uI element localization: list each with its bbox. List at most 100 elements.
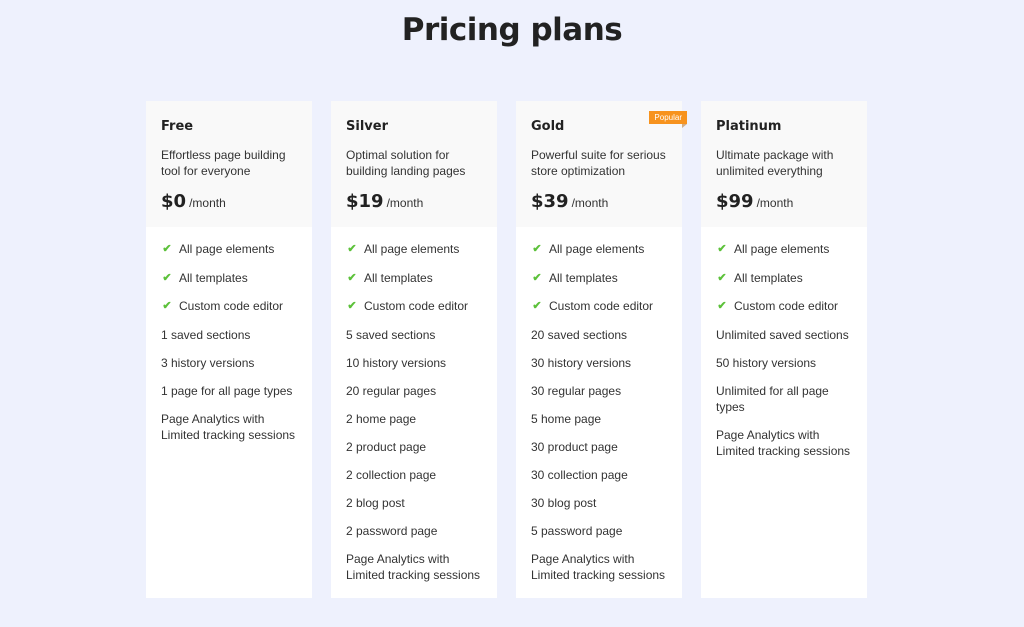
feature-item: ✔ All page elements bbox=[531, 241, 667, 257]
check-icon: ✔ bbox=[532, 271, 542, 284]
feature-text: 2 collection page bbox=[346, 467, 437, 482]
feature-item: 2 blog post bbox=[346, 495, 482, 511]
feature-text: Page Analytics with Limited tracking ses… bbox=[346, 551, 481, 582]
feature-item: ✔ All templates bbox=[346, 270, 482, 286]
feature-item: 30 regular pages bbox=[531, 383, 667, 399]
feature-item: ✔ Custom code editor bbox=[161, 298, 297, 314]
feature-item: 2 home page bbox=[346, 411, 482, 427]
feature-item: Page Analytics with Limited tracking ses… bbox=[346, 551, 482, 583]
feature-text: All page elements bbox=[364, 242, 460, 256]
check-icon: ✔ bbox=[717, 300, 727, 312]
feature-item: ✔ All templates bbox=[161, 270, 297, 286]
plan-description: Powerful suite for serious store optimiz… bbox=[531, 148, 666, 178]
check-icon: ✔ bbox=[162, 271, 172, 284]
feature-item: 30 product page bbox=[531, 439, 667, 455]
plan-price: $99/month bbox=[716, 191, 852, 212]
plan-card-gold: Gold Powerful suite for serious store opt… bbox=[516, 101, 687, 598]
feature-item: Page Analytics with Limited tracking ses… bbox=[716, 427, 852, 459]
feature-text: Unlimited for all page types bbox=[716, 383, 829, 414]
check-icon: ✔ bbox=[347, 300, 357, 312]
feature-text: 50 history versions bbox=[716, 355, 817, 370]
check-icon: ✔ bbox=[162, 243, 172, 255]
feature-text: 3 history versions bbox=[161, 355, 255, 370]
feature-item: 30 blog post bbox=[531, 495, 667, 511]
feature-text: All templates bbox=[179, 270, 248, 285]
feature-list: ✔ All page elements ✔ All templates ✔ Custom … bbox=[701, 227, 867, 459]
feature-text: 20 regular pages bbox=[346, 383, 437, 398]
feature-item: ✔ All templates bbox=[716, 270, 852, 286]
feature-text: 5 password page bbox=[531, 523, 623, 538]
feature-text: Custom code editor bbox=[549, 299, 654, 313]
feature-item: 30 history versions bbox=[531, 355, 667, 371]
feature-item: 20 saved sections bbox=[531, 327, 667, 343]
feature-text: Custom code editor bbox=[734, 299, 839, 313]
check-icon: ✔ bbox=[717, 243, 727, 255]
feature-text: Page Analytics with Limited tracking ses… bbox=[716, 427, 851, 458]
feature-text: 30 collection page bbox=[531, 467, 628, 482]
feature-item: ✔ All templates bbox=[531, 270, 667, 286]
feature-item: 5 home page bbox=[531, 411, 667, 427]
feature-text: 5 saved sections bbox=[346, 327, 436, 342]
check-icon: ✔ bbox=[347, 271, 357, 284]
feature-item: 2 collection page bbox=[346, 467, 482, 483]
feature-text: 2 home page bbox=[346, 411, 417, 426]
plan-description: Effortless page building tool for everyo… bbox=[161, 148, 286, 178]
feature-item: ✔ All page elements bbox=[716, 241, 852, 257]
plan-price: $39/month bbox=[531, 191, 667, 212]
plan-card-silver: Silver Optimal solution for building land… bbox=[331, 101, 497, 598]
feature-text: All page elements bbox=[734, 242, 830, 256]
feature-item: Unlimited for all page types bbox=[716, 383, 852, 415]
price-amount: $19 bbox=[346, 191, 384, 212]
feature-text: Page Analytics with Limited tracking ses… bbox=[161, 411, 296, 442]
popular-badge: Popular bbox=[649, 111, 687, 128]
feature-text: All templates bbox=[364, 270, 433, 285]
page-title: Pricing plans bbox=[401, 12, 623, 48]
price-period: /month bbox=[189, 196, 226, 210]
feature-text: 30 product page bbox=[531, 439, 618, 454]
price-amount: $39 bbox=[531, 191, 569, 212]
price-amount: $0 bbox=[161, 191, 187, 212]
feature-text: 2 blog post bbox=[346, 495, 405, 510]
plan-card-free: Free Effortless page building tool for ev… bbox=[146, 101, 312, 598]
feature-item: 20 regular pages bbox=[346, 383, 482, 399]
feature-item: 10 history versions bbox=[346, 355, 482, 371]
feature-item: ✔ Custom code editor bbox=[716, 298, 852, 314]
feature-text: 5 home page bbox=[531, 411, 602, 426]
plan-name: Gold bbox=[531, 119, 565, 134]
feature-item: Page Analytics with Limited tracking ses… bbox=[531, 551, 667, 583]
price-period: /month bbox=[756, 196, 794, 210]
feature-item: Page Analytics with Limited tracking ses… bbox=[161, 411, 297, 443]
plan-header: Platinum Ultimate package with unlimited … bbox=[701, 101, 867, 227]
check-icon: ✔ bbox=[717, 271, 727, 284]
feature-text: 30 regular pages bbox=[531, 383, 622, 398]
feature-item: 1 saved sections bbox=[161, 327, 297, 343]
plan-price: $0/month bbox=[161, 191, 297, 212]
check-icon: ✔ bbox=[532, 243, 542, 255]
feature-list: ✔ All page elements ✔ All templates ✔ Custom … bbox=[146, 227, 312, 443]
feature-text: 2 product page bbox=[346, 439, 427, 454]
feature-item: 30 collection page bbox=[531, 467, 667, 483]
feature-item: Unlimited saved sections bbox=[716, 327, 852, 343]
feature-item: 1 page for all page types bbox=[161, 383, 297, 399]
feature-item: 2 product page bbox=[346, 439, 482, 455]
feature-list: ✔ All page elements ✔ All templates ✔ Custom … bbox=[331, 227, 497, 583]
feature-text: 20 saved sections bbox=[531, 327, 628, 342]
feature-text: Custom code editor bbox=[179, 299, 284, 313]
feature-text: Unlimited saved sections bbox=[716, 327, 849, 342]
plan-name: Silver bbox=[346, 119, 388, 134]
feature-text: 30 blog post bbox=[531, 495, 597, 510]
feature-text: 1 page for all page types bbox=[161, 383, 293, 398]
feature-text: Page Analytics with Limited tracking ses… bbox=[531, 551, 666, 582]
feature-item: 50 history versions bbox=[716, 355, 852, 371]
feature-text: 30 history versions bbox=[531, 355, 632, 370]
plan-header: Silver Optimal solution for building land… bbox=[331, 101, 497, 227]
feature-item: ✔ Custom code editor bbox=[346, 298, 482, 314]
feature-item: ✔ All page elements bbox=[346, 241, 482, 257]
price-period: /month bbox=[386, 196, 424, 210]
price-period: /month bbox=[571, 196, 609, 210]
feature-item: 3 history versions bbox=[161, 355, 297, 371]
feature-text: All templates bbox=[549, 270, 618, 285]
plan-price: $19/month bbox=[346, 191, 482, 212]
plan-description: Ultimate package with unlimited everythi… bbox=[716, 148, 834, 178]
plan-name: Free bbox=[161, 119, 194, 134]
